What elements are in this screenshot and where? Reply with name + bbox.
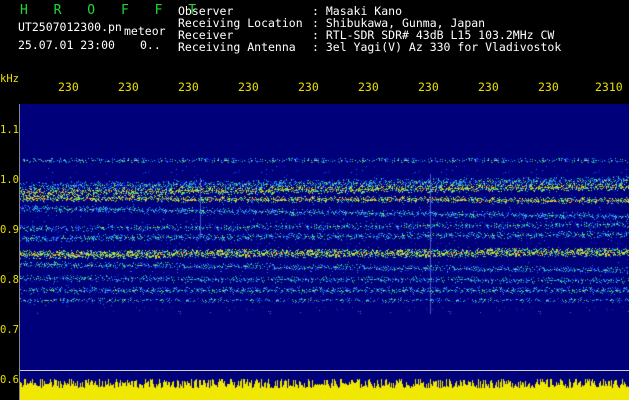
time-tick: 230 (298, 80, 319, 94)
time-tick: 230 (538, 80, 559, 94)
time-tick: 230 (418, 80, 439, 94)
freq-label: 0.6 (0, 374, 19, 386)
baseline (20, 370, 629, 371)
frequency-unit: kHz (0, 73, 19, 85)
antenna-value: : 3el Yagi(V) Az 330 for Vladivostok (312, 40, 562, 54)
file-name: UT2507012300.pn (18, 20, 122, 34)
time-tick: 230 (238, 80, 259, 94)
freq-label: 0.7 (0, 324, 19, 336)
time-tick: 230 (58, 80, 79, 94)
freq-label: 0.8 (0, 274, 19, 286)
freq-label: 1.1 (0, 124, 19, 136)
time-tick: 230 (358, 80, 379, 94)
observation-mode: meteor (124, 24, 166, 38)
freq-label: 1.0 (0, 174, 19, 186)
time-tick: 230 (478, 80, 499, 94)
spectrogram (20, 104, 629, 400)
y-axis-line (19, 104, 20, 400)
spectrogram-canvas (20, 104, 629, 400)
hrofft-window: H R O F F T UT2507012300.pn meteor 25.07… (0, 0, 629, 400)
antenna-label: Receiving Antenna (178, 40, 296, 54)
date-time: 25.07.01 23:00 (18, 38, 115, 52)
time-tick: 230 (178, 80, 199, 94)
freq-label: 0.9 (0, 224, 19, 236)
time-tick: 230 (118, 80, 139, 94)
duration: 0.. (140, 38, 161, 52)
time-tick: 2310 (595, 80, 623, 94)
